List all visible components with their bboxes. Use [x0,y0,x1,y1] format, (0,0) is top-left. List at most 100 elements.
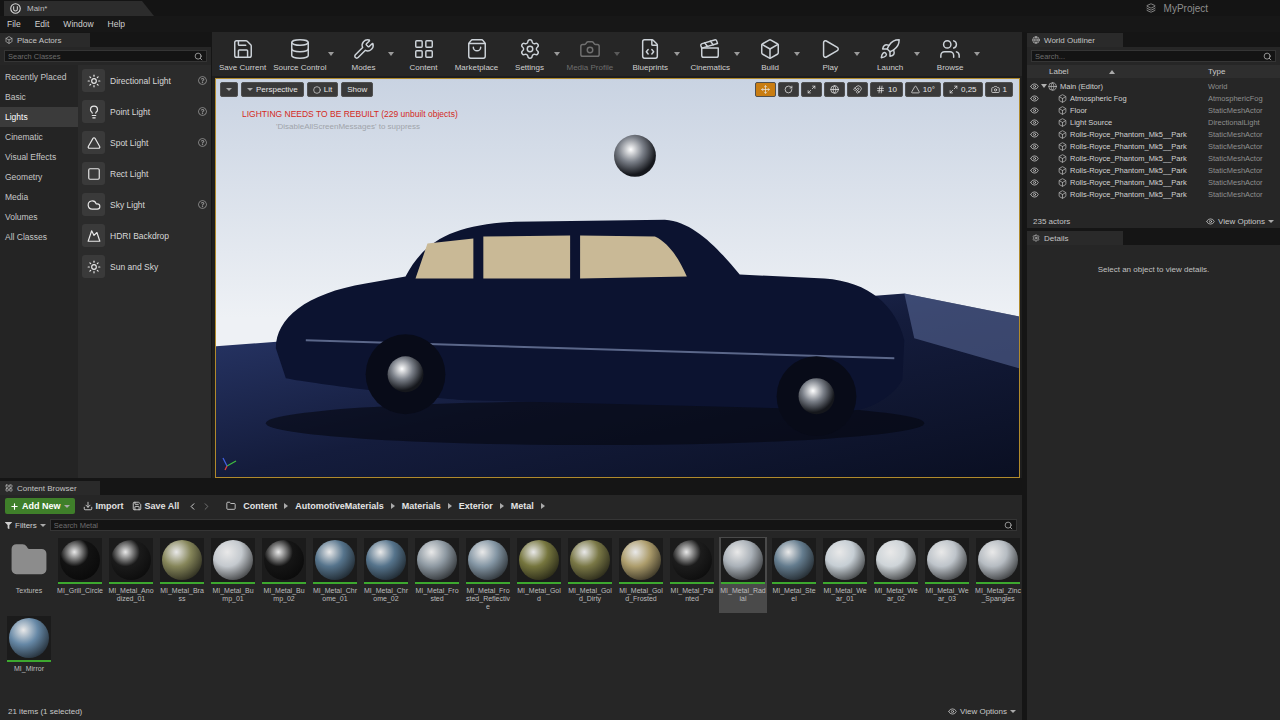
asset-search-field[interactable]: Search Metal [50,519,1017,531]
asset-tile[interactable]: MI_Metal_Bump_02 [260,537,308,613]
actor-item[interactable]: Spot Light [82,127,207,158]
toolbar-button[interactable]: Launch [864,34,923,74]
toolbar-button[interactable]: Modes [338,34,397,74]
dropdown-caret-icon[interactable] [554,52,560,56]
toolbar-button[interactable]: Source Control [270,34,336,74]
category-item[interactable]: Volumes [0,207,78,227]
outliner-search-field[interactable]: Search... [1031,50,1276,62]
outliner-row[interactable]: FloorStaticMeshActor [1027,104,1280,116]
toolbar-button[interactable]: Blueprints [624,34,683,74]
outliner-row[interactable]: Rolls-Royce_Phantom_Mk5__ParkStaticMeshA… [1027,164,1280,176]
dropdown-caret-icon[interactable] [914,52,920,56]
actor-item[interactable]: HDRI Backdrop [82,220,207,251]
asset-tile[interactable]: MI_Metal_Gold_Frosted [617,537,665,613]
dropdown-caret-icon[interactable] [794,52,800,56]
category-item[interactable]: Media [0,187,78,207]
actor-item[interactable]: Directional Light [82,65,207,96]
help-icon[interactable] [198,107,207,116]
actor-item[interactable]: Rect Light [82,158,207,189]
outliner-row[interactable]: Main (Editor)World [1027,80,1280,92]
toolbar-button[interactable]: Content [398,34,450,74]
search-classes-field[interactable]: Search Classes [4,50,207,62]
level-viewport[interactable]: PerspectiveLitShow1010°0,251LIGHTING NEE… [215,78,1020,478]
viewport-render[interactable] [216,79,1019,477]
asset-tile[interactable]: MI_Metal_Anodized_01 [107,537,155,613]
forward-icon[interactable] [201,501,212,512]
menu-item[interactable]: Help [108,19,125,29]
dropdown-caret-icon[interactable] [388,52,394,56]
category-item[interactable]: Basic [0,87,78,107]
snap-button[interactable]: 0,25 [943,82,983,97]
path-separator-icon[interactable] [500,503,504,509]
visibility-toggle[interactable] [1030,190,1044,199]
asset-tile[interactable]: MI_Metal_Wear_02 [872,537,920,613]
toolbar-button[interactable]: Save Current [216,34,269,74]
show-button[interactable]: Show [341,82,373,97]
toolbar-button[interactable]: Marketplace [451,34,503,74]
coordinate-space-button[interactable] [824,82,845,97]
asset-tile[interactable]: MI_Metal_Brass [158,537,206,613]
help-icon[interactable] [198,76,207,85]
outliner-row[interactable]: Rolls-Royce_Phantom_Mk5__ParkStaticMeshA… [1027,128,1280,140]
back-icon[interactable] [187,501,198,512]
category-item[interactable]: Lights [0,107,78,127]
visibility-toggle[interactable] [1030,142,1044,151]
snap-button[interactable]: 10 [870,82,903,97]
asset-tile[interactable]: MI_Metal_Wear_03 [923,537,971,613]
import-button[interactable]: Import [83,501,124,511]
path-segment[interactable]: AutomotiveMaterials [295,501,384,511]
asset-tile[interactable]: MI_Mirror [5,615,53,691]
column-header[interactable]: Type [1208,67,1274,76]
path-segment[interactable]: Content [243,501,277,511]
asset-tile[interactable]: MI_Metal_Painted [668,537,716,613]
path-separator-icon[interactable] [448,503,452,509]
toolbar-button[interactable]: Build [744,34,803,74]
category-item[interactable]: Geometry [0,167,78,187]
viewport-menu-button[interactable] [220,82,238,97]
toolbar-button[interactable]: Play [804,34,863,74]
dropdown-caret-icon[interactable] [328,52,334,56]
visibility-toggle[interactable] [1030,130,1044,139]
content-browser-tab[interactable]: Content Browser [0,481,100,495]
snap-button[interactable]: 10° [905,82,941,97]
snap-button[interactable]: 1 [985,82,1013,97]
path-segment[interactable]: Materials [402,501,441,511]
category-item[interactable]: Visual Effects [0,147,78,167]
help-icon[interactable] [198,200,207,209]
outliner-row[interactable]: Rolls-Royce_Phantom_Mk5__ParkStaticMeshA… [1027,140,1280,152]
path-segment[interactable]: Metal [511,501,534,511]
transform-tool-button[interactable] [801,82,822,97]
dropdown-caret-icon[interactable] [974,52,980,56]
folder-tile[interactable]: Textures [5,537,53,613]
view-options-button[interactable]: View Options [1206,217,1274,226]
path-separator-icon[interactable] [391,503,395,509]
outliner-row[interactable]: Rolls-Royce_Phantom_Mk5__ParkStaticMeshA… [1027,152,1280,164]
visibility-toggle[interactable] [1030,94,1044,103]
perspective-button[interactable]: Perspective [241,82,304,97]
asset-tile[interactable]: MI_Metal_Chrome_02 [362,537,410,613]
toolbar-button[interactable]: Cinematics [684,34,743,74]
view-options-button[interactable]: View Options [948,707,1016,716]
asset-tile[interactable]: MI_Metal_Gold [515,537,563,613]
asset-tile[interactable]: MI_Metal_Wear_01 [821,537,869,613]
outliner-row[interactable]: Rolls-Royce_Phantom_Mk5__ParkStaticMeshA… [1027,176,1280,188]
dropdown-caret-icon[interactable] [854,52,860,56]
level-tab[interactable]: Main* [4,1,154,16]
surface-snap-button[interactable] [847,82,868,97]
category-item[interactable]: Recently Placed [0,67,78,87]
expand-arrow-icon[interactable] [1041,84,1047,88]
save-all-button[interactable]: Save All [132,501,180,511]
asset-tile[interactable]: MI_Metal_Bump_01 [209,537,257,613]
help-icon[interactable] [198,138,207,147]
visibility-toggle[interactable] [1030,178,1044,187]
path-separator-icon[interactable] [284,503,288,509]
category-item[interactable]: All Classes [0,227,78,247]
menu-item[interactable]: Edit [35,19,50,29]
actor-item[interactable]: Sun and Sky [82,251,207,282]
menu-item[interactable]: Window [63,19,93,29]
column-header[interactable]: Label [1049,67,1208,76]
outliner-row[interactable]: Rolls-Royce_Phantom_Mk5__ParkStaticMeshA… [1027,188,1280,200]
actor-item[interactable]: Point Light [82,96,207,127]
visibility-toggle[interactable] [1030,118,1044,127]
visibility-toggle[interactable] [1030,106,1044,115]
